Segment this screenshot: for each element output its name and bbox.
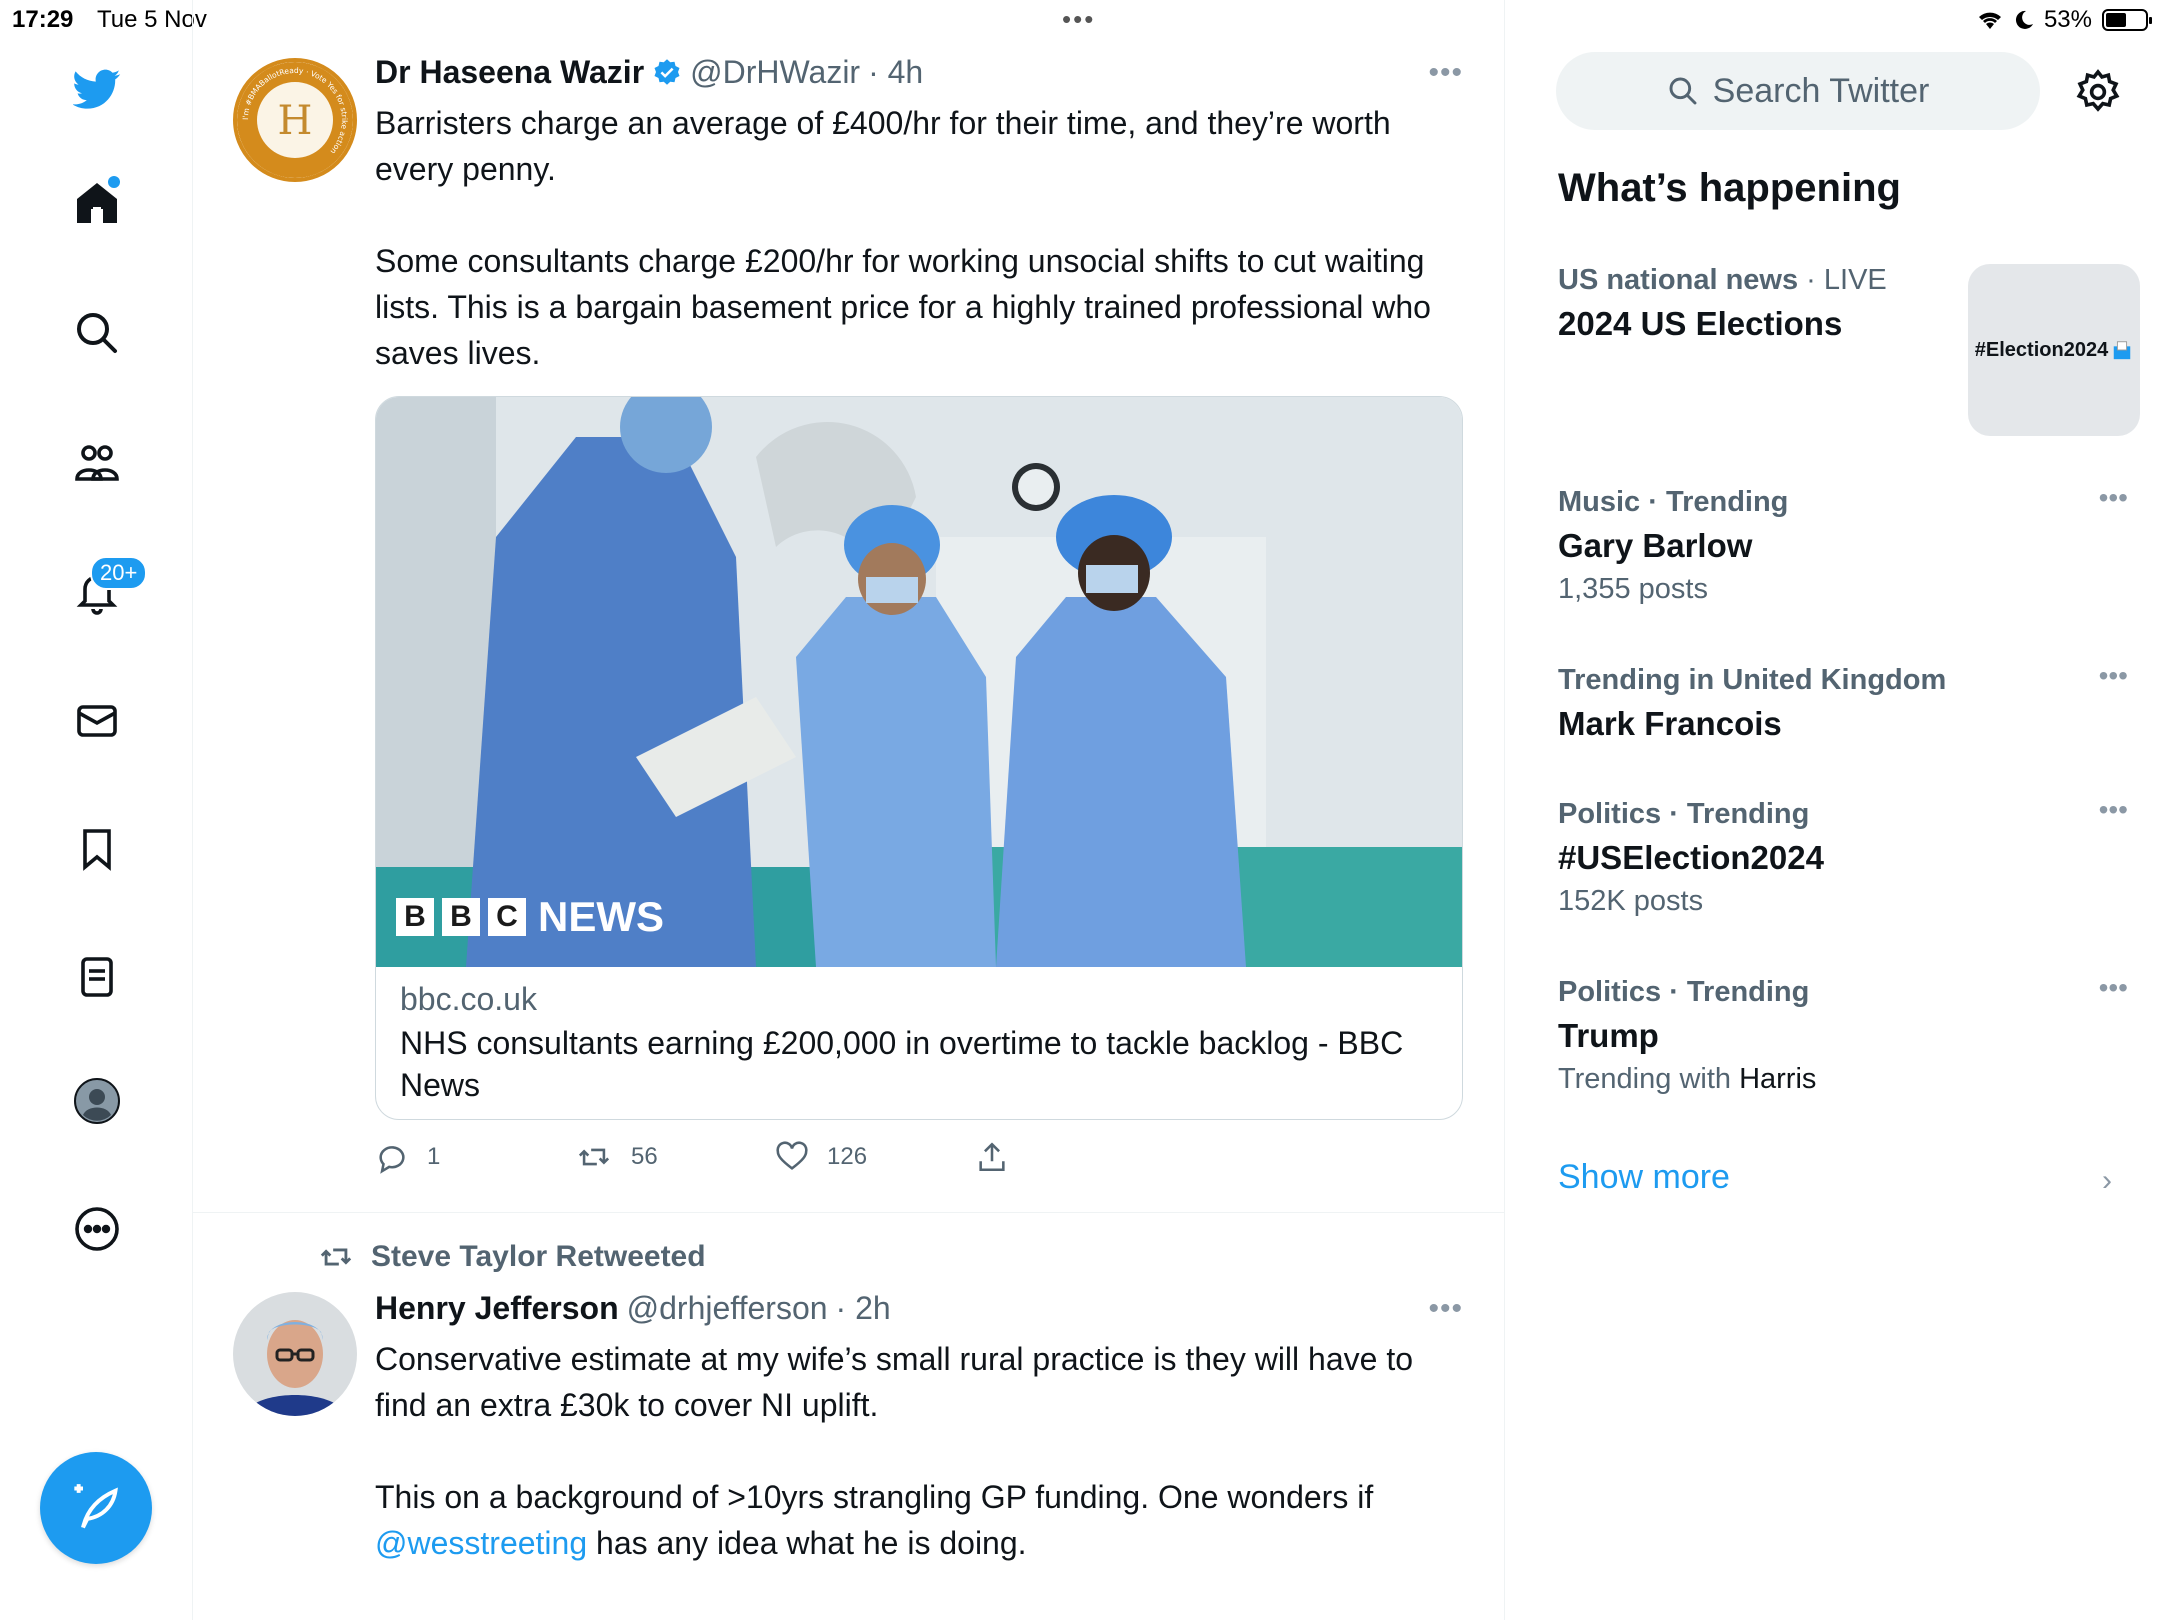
trend-item[interactable]: Trending in United Kingdom Mark Francois…: [1558, 660, 2128, 743]
retweeted-by[interactable]: Steve Taylor Retweeted: [371, 1240, 706, 1274]
home-icon[interactable]: [62, 168, 132, 238]
reply-count: 1: [427, 1143, 441, 1170]
profile-icon[interactable]: [62, 1066, 132, 1136]
compose-icon: [74, 1484, 118, 1529]
like-button[interactable]: 126: [775, 1140, 867, 1174]
trend-more-icon[interactable]: •••: [2099, 972, 2128, 1004]
tweet-header: Dr Haseena Wazir @DrHWazir · 4h: [375, 54, 923, 91]
share-button[interactable]: [975, 1140, 1009, 1174]
retweet-button[interactable]: 56: [575, 1140, 658, 1174]
compose-tweet-button[interactable]: [40, 1452, 152, 1564]
search-icon: [1669, 77, 1697, 105]
trend-item[interactable]: US national news · LIVE 2024 US Election…: [1558, 264, 2140, 436]
trend-context: US national news: [1558, 264, 1799, 296]
chevron-right-icon[interactable]: ›: [2102, 1164, 2112, 1198]
tweet-text-part2: has any idea what he is doing.: [587, 1525, 1027, 1561]
retweet-context: Steve Taylor Retweeted: [317, 1240, 706, 1274]
trend-item[interactable]: Politics · Trending #USElection2024 152K…: [1558, 794, 2128, 918]
trend-with-name[interactable]: Harris: [1739, 1063, 1816, 1095]
trend-context: Politics · Trending: [1558, 798, 1810, 830]
mention-link[interactable]: @wesstreeting: [375, 1525, 587, 1561]
trend-more-icon[interactable]: •••: [2099, 660, 2128, 692]
reply-button[interactable]: 1: [375, 1140, 440, 1174]
home-unread-dot: [108, 176, 120, 188]
right-sidebar: Search Twitter What’s happening US natio…: [1530, 0, 2160, 1620]
link-card-meta: bbc.co.uk NHS consultants earning £200,0…: [400, 981, 1438, 1106]
notifications-icon[interactable]: 20+: [62, 556, 148, 628]
link-card-image: B B C NEWS: [376, 397, 1462, 967]
trend-context: Politics · Trending: [1558, 976, 1810, 1008]
author-name[interactable]: Dr Haseena Wazir: [375, 54, 644, 91]
trend-more-icon[interactable]: •••: [2099, 482, 2128, 514]
reply-icon: [379, 1146, 405, 1174]
tweet-actions: 1 56 126: [375, 1140, 1075, 1180]
author-name[interactable]: Henry Jefferson: [375, 1290, 619, 1327]
link-card-title: NHS consultants earning £200,000 in over…: [400, 1025, 1404, 1103]
verified-badge-icon: [654, 58, 680, 85]
trend-title: Trump: [1558, 1017, 1659, 1054]
retweet-icon: [578, 1148, 610, 1166]
communities-icon[interactable]: [62, 428, 132, 498]
tweet-more-icon[interactable]: •••: [1428, 56, 1463, 90]
search-icon[interactable]: [62, 298, 132, 368]
search-placeholder: Search Twitter: [1712, 71, 1930, 110]
trend-title: #USElection2024: [1558, 839, 1824, 876]
retweet-count: 56: [631, 1143, 658, 1170]
left-nav: 20+: [0, 0, 193, 1620]
trend-item[interactable]: Politics · Trending Trump Trending with …: [1558, 972, 2128, 1096]
timeline: I'm #BMABallotReady · Vote Yes for strik…: [193, 0, 1505, 1620]
bbc-news-watermark: B B C NEWS: [396, 893, 664, 941]
show-more-link[interactable]: Show more: [1558, 1158, 1730, 1197]
avatar-letter: H: [278, 98, 313, 144]
messages-icon[interactable]: [62, 686, 132, 756]
tweet-text-part1: Conservative estimate at my wife’s small…: [375, 1341, 1413, 1515]
retweet-icon: [320, 1248, 352, 1266]
avatar[interactable]: I'm #BMABallotReady · Vote Yes for strik…: [233, 58, 357, 182]
tweet-text: Conservative estimate at my wife’s small…: [375, 1336, 1455, 1566]
trend-thumbnail: #Election2024: [1968, 264, 2140, 436]
tweet-text: Barristers charge an average of £400/hr …: [375, 105, 1431, 371]
ballot-box-icon: [2113, 341, 2131, 360]
link-card-domain: bbc.co.uk: [400, 981, 537, 1017]
like-count: 126: [827, 1143, 868, 1170]
trend-with-prefix: Trending with: [1558, 1063, 1732, 1095]
trend-context: Music · Trending: [1558, 486, 1789, 518]
tweet-time[interactable]: · 2h: [836, 1290, 891, 1327]
tweet-more-icon[interactable]: •••: [1428, 1292, 1463, 1326]
trend-item[interactable]: Music · Trending Gary Barlow 1,355 posts…: [1558, 482, 2128, 606]
more-icon[interactable]: [62, 1194, 132, 1264]
search-input[interactable]: Search Twitter: [1556, 52, 2040, 130]
notifications-badge: 20+: [90, 556, 148, 590]
lists-icon[interactable]: [62, 942, 132, 1012]
share-icon: [979, 1142, 1005, 1172]
link-card[interactable]: B B C NEWS bbc.co.uk NHS consultants ear…: [375, 396, 1463, 1120]
trend-context: Trending in United Kingdom: [1558, 664, 1947, 696]
whats-happening-heading: What’s happening: [1558, 166, 1901, 210]
twitter-logo-icon[interactable]: [62, 54, 132, 124]
tweet-header: Henry Jefferson @drhjefferson · 2h: [375, 1290, 891, 1327]
watermark-news: NEWS: [538, 893, 664, 940]
trend-thumbnail-text: #Election2024: [1974, 338, 2109, 361]
bookmarks-icon[interactable]: [62, 814, 132, 884]
trend-title: Mark Francois: [1558, 705, 1782, 742]
tweet-divider: [193, 1212, 1505, 1213]
author-handle[interactable]: @drhjefferson: [627, 1290, 828, 1327]
author-handle[interactable]: @DrHWazir: [690, 54, 860, 91]
trend-with: Trending with Harris: [1558, 1063, 2128, 1096]
like-icon: [776, 1141, 808, 1170]
trend-live: · LIVE: [1806, 264, 1887, 296]
trend-title: Gary Barlow: [1558, 527, 1753, 564]
avatar[interactable]: [233, 1292, 357, 1416]
trend-count: 152K posts: [1558, 885, 1704, 917]
settings-gear-icon[interactable]: [2074, 68, 2122, 116]
tweet-time[interactable]: · 4h: [868, 54, 923, 91]
trend-count: 1,355 posts: [1558, 573, 1708, 605]
trend-more-icon[interactable]: •••: [2099, 794, 2128, 826]
